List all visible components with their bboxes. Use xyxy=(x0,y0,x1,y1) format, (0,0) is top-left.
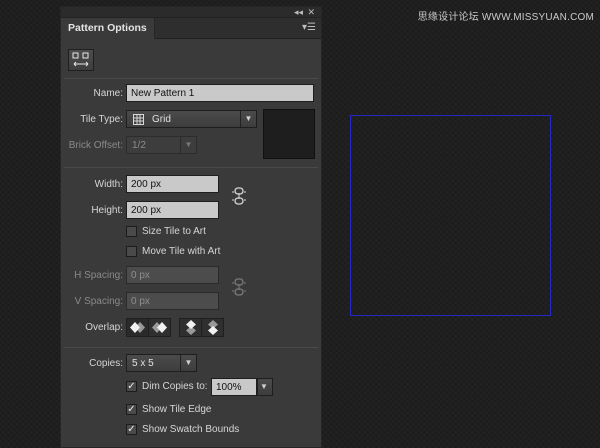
move-tile-with-art-checkbox[interactable] xyxy=(126,246,137,257)
tile-type-value: Grid xyxy=(152,114,171,125)
link-spacing-icon[interactable] xyxy=(231,278,247,296)
checkmark-icon: ✓ xyxy=(127,404,136,415)
size-tile-to-art-label: Size Tile to Art xyxy=(142,226,206,237)
copies-dropdown[interactable]: 5 x 5 ▼ xyxy=(126,354,197,372)
v-spacing-input[interactable]: 0 px xyxy=(126,292,219,310)
top-in-front-icon xyxy=(186,320,196,335)
chevron-down-icon: ▼ xyxy=(180,355,196,371)
dim-copies-dropdown-button[interactable]: ▼ xyxy=(257,378,273,396)
size-tile-to-art-checkbox[interactable] xyxy=(126,226,137,237)
pattern-tile-tool-button[interactable] xyxy=(68,49,94,71)
separator xyxy=(64,167,318,168)
overlap-vertical-group xyxy=(179,318,224,337)
separator xyxy=(64,78,318,79)
show-swatch-bounds-checkbox[interactable]: ✓ xyxy=(126,424,137,435)
tile-type-label: Tile Type: xyxy=(80,114,123,125)
close-icon[interactable]: ✕ xyxy=(307,6,315,18)
name-label: Name: xyxy=(93,88,123,99)
link-proportions-icon[interactable] xyxy=(231,187,247,205)
right-in-front-icon xyxy=(152,322,167,333)
dim-copies-input[interactable]: 100% xyxy=(211,378,257,396)
watermark: 思缘设计论坛 WWW.MISSYUAN.COM xyxy=(417,12,594,23)
copies-label: Copies: xyxy=(89,358,123,369)
bottom-in-front-icon xyxy=(208,320,218,335)
chevron-down-icon: ▼ xyxy=(240,111,256,127)
copies-value: 5 x 5 xyxy=(132,358,154,369)
collapse-icon[interactable]: ◂◂ xyxy=(294,6,303,18)
bottom-in-front-button[interactable] xyxy=(203,319,224,336)
grid-icon xyxy=(133,114,144,125)
separator xyxy=(64,347,318,348)
height-input[interactable]: 200 px xyxy=(126,201,219,219)
show-tile-edge-checkbox[interactable]: ✓ xyxy=(126,404,137,415)
left-in-front-button[interactable] xyxy=(127,319,149,336)
top-in-front-button[interactable] xyxy=(180,319,202,336)
brick-offset-label: Brick Offset: xyxy=(68,140,123,151)
width-label: Width: xyxy=(94,179,123,190)
overlap-label: Overlap: xyxy=(85,322,123,333)
chevron-down-icon: ▼ xyxy=(260,382,268,391)
panel-topbar: ◂◂ ✕ xyxy=(61,7,321,18)
move-tile-with-art-label: Move Tile with Art xyxy=(142,246,221,257)
brick-offset-value: 1/2 xyxy=(132,140,146,151)
left-in-front-icon xyxy=(130,322,145,333)
tab-pattern-options[interactable]: Pattern Options xyxy=(61,18,155,39)
h-spacing-label: H Spacing: xyxy=(74,270,123,281)
dim-copies-checkbox[interactable]: ✓ xyxy=(126,381,137,392)
brick-offset-dropdown[interactable]: 1/2 ▼ xyxy=(126,136,197,154)
show-swatch-bounds-label: Show Swatch Bounds xyxy=(142,424,240,435)
checkmark-icon: ✓ xyxy=(127,424,136,435)
name-input[interactable]: New Pattern 1 xyxy=(126,84,314,102)
show-tile-edge-label: Show Tile Edge xyxy=(142,404,212,415)
overlap-horizontal-group xyxy=(126,318,171,337)
panel-menu-icon[interactable]: ▾☰ xyxy=(302,22,316,33)
pattern-tile-boundary[interactable] xyxy=(350,115,551,316)
chevron-down-icon: ▼ xyxy=(180,137,196,153)
checkmark-icon: ✓ xyxy=(127,381,136,392)
right-in-front-button[interactable] xyxy=(150,319,171,336)
pattern-options-panel: ◂◂ ✕ Pattern Options ▾☰ Name: New Patter… xyxy=(60,6,322,448)
panel-tabbar: Pattern Options ▾☰ xyxy=(61,18,321,39)
dim-copies-label: Dim Copies to: xyxy=(142,381,208,392)
h-spacing-input[interactable]: 0 px xyxy=(126,266,219,284)
pattern-swatch-preview xyxy=(263,109,315,159)
pattern-tile-tool-icon xyxy=(72,52,89,67)
v-spacing-label: V Spacing: xyxy=(74,296,123,307)
height-label: Height: xyxy=(91,205,123,216)
tile-type-dropdown[interactable]: Grid ▼ xyxy=(126,110,257,128)
width-input[interactable]: 200 px xyxy=(126,175,219,193)
